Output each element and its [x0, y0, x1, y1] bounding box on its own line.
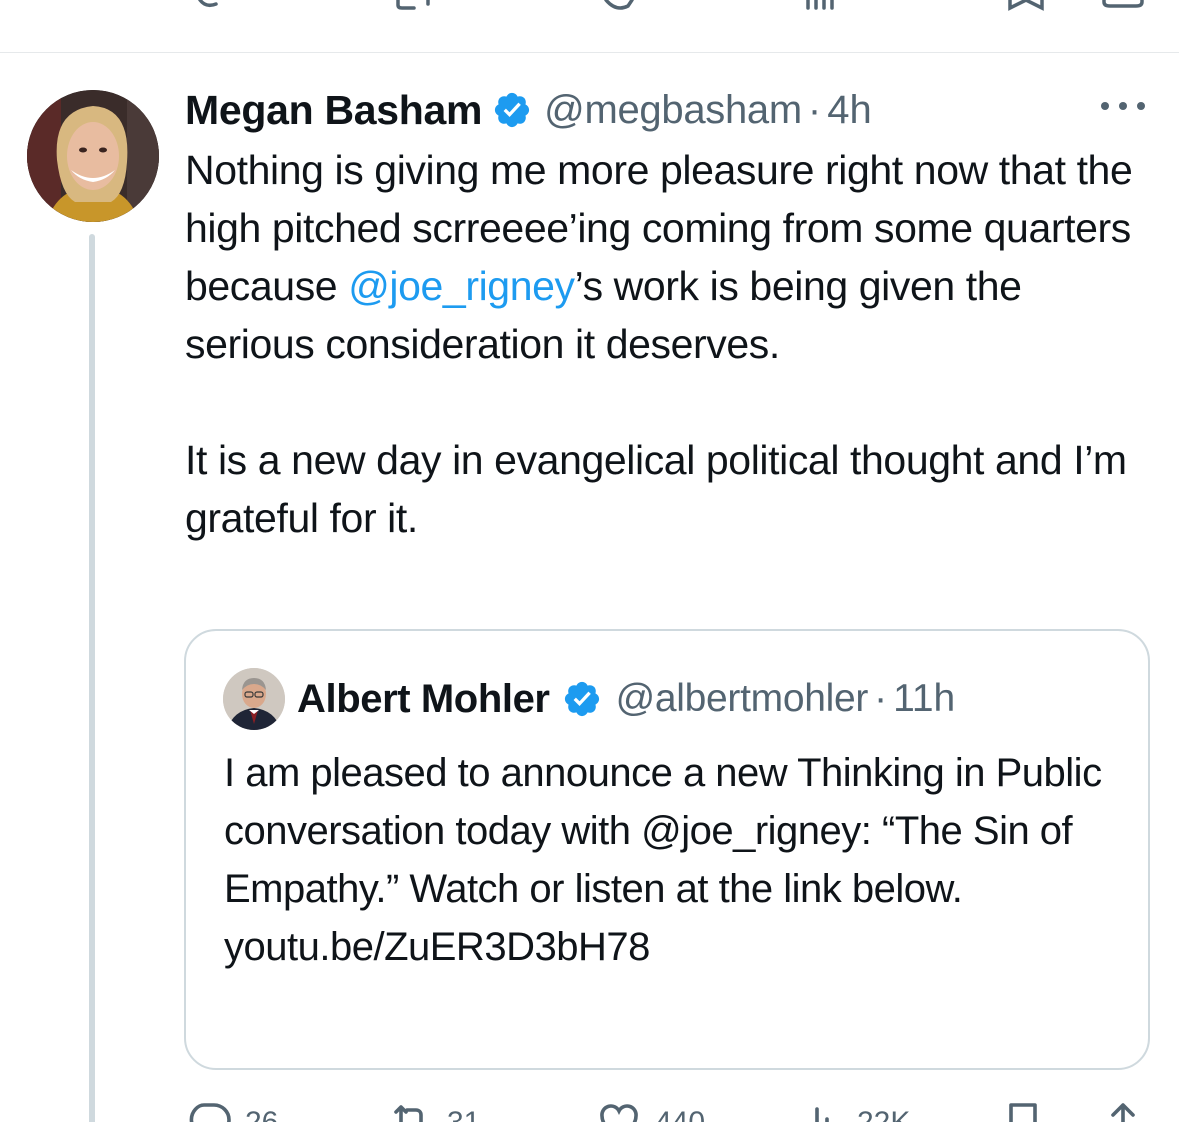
quoted-author-handle[interactable]: @albertmohler — [616, 677, 869, 721]
quoted-tweet-timestamp[interactable]: 11h — [893, 677, 955, 721]
tweet-screen: Megan Basham @megbasham · 4h Nothing is … — [0, 0, 1179, 1122]
quoted-tweet-body: I am pleased to announce a new Thinking … — [224, 751, 1102, 911]
views-button[interactable]: 22K — [797, 1097, 910, 1122]
reply-count: 26 — [245, 1105, 278, 1122]
tweet-timestamp[interactable]: 4h — [827, 88, 872, 133]
tweet-divider — [0, 52, 1179, 53]
views-icon — [815, 1107, 829, 1122]
author-handle[interactable]: @megbasham — [544, 88, 802, 133]
quoted-tweet-link[interactable]: youtu.be/ZuER3D3bH78 — [224, 918, 1129, 976]
quoted-tweet-header: Albert Mohler @albertmohler · 11h — [297, 671, 955, 727]
meta-separator: · — [874, 677, 888, 720]
repost-icon — [394, 1105, 423, 1122]
views-count: 22K — [857, 1105, 910, 1122]
like-count: 440 — [655, 1105, 705, 1122]
quoted-author-avatar[interactable] — [223, 668, 285, 730]
tweet-paragraph: Nothing is giving me more pleasure right… — [185, 141, 1145, 373]
bookmark-icon — [1009, 1103, 1037, 1122]
tweet-actions: 26 31 440 22K — [185, 1097, 1145, 1122]
mention-link[interactable]: @joe_rigney — [348, 263, 575, 309]
heart-icon — [600, 1104, 638, 1122]
like-button[interactable]: 440 — [595, 1097, 705, 1122]
reply-button[interactable]: 26 — [185, 1097, 278, 1122]
share-icon — [1111, 1103, 1135, 1122]
meta-separator: · — [807, 87, 822, 132]
bookmark-button[interactable] — [999, 1097, 1047, 1122]
tweet-paragraph: It is a new day in evangelical political… — [185, 437, 1127, 541]
verified-badge-icon[interactable] — [562, 679, 602, 719]
quoted-author-name[interactable]: Albert Mohler — [297, 677, 550, 722]
quoted-tweet-card[interactable]: Albert Mohler @albertmohler · 11h I am p… — [184, 629, 1150, 1070]
reply-icon — [189, 1103, 231, 1122]
author-name[interactable]: Megan Basham — [185, 87, 482, 134]
repost-count: 31 — [447, 1105, 480, 1122]
tweet-text: Nothing is giving me more pleasure right… — [185, 141, 1145, 547]
thread-connector-line — [89, 234, 95, 1122]
author-avatar[interactable] — [27, 90, 159, 222]
share-button[interactable] — [1099, 1097, 1147, 1122]
repost-button[interactable]: 31 — [387, 1097, 480, 1122]
previous-tweet-icons-icon — [198, 0, 1144, 11]
author-avatar-photo-icon — [27, 90, 159, 222]
more-dots-icon[interactable] — [1098, 96, 1148, 116]
tweet-header: Megan Basham @megbasham · 4h — [185, 82, 872, 138]
previous-tweet-actions — [0, 0, 1179, 14]
verified-badge-icon[interactable] — [492, 90, 532, 130]
quoted-author-avatar-photo-icon — [223, 668, 285, 730]
quoted-tweet-text: I am pleased to announce a new Thinking … — [224, 744, 1129, 976]
